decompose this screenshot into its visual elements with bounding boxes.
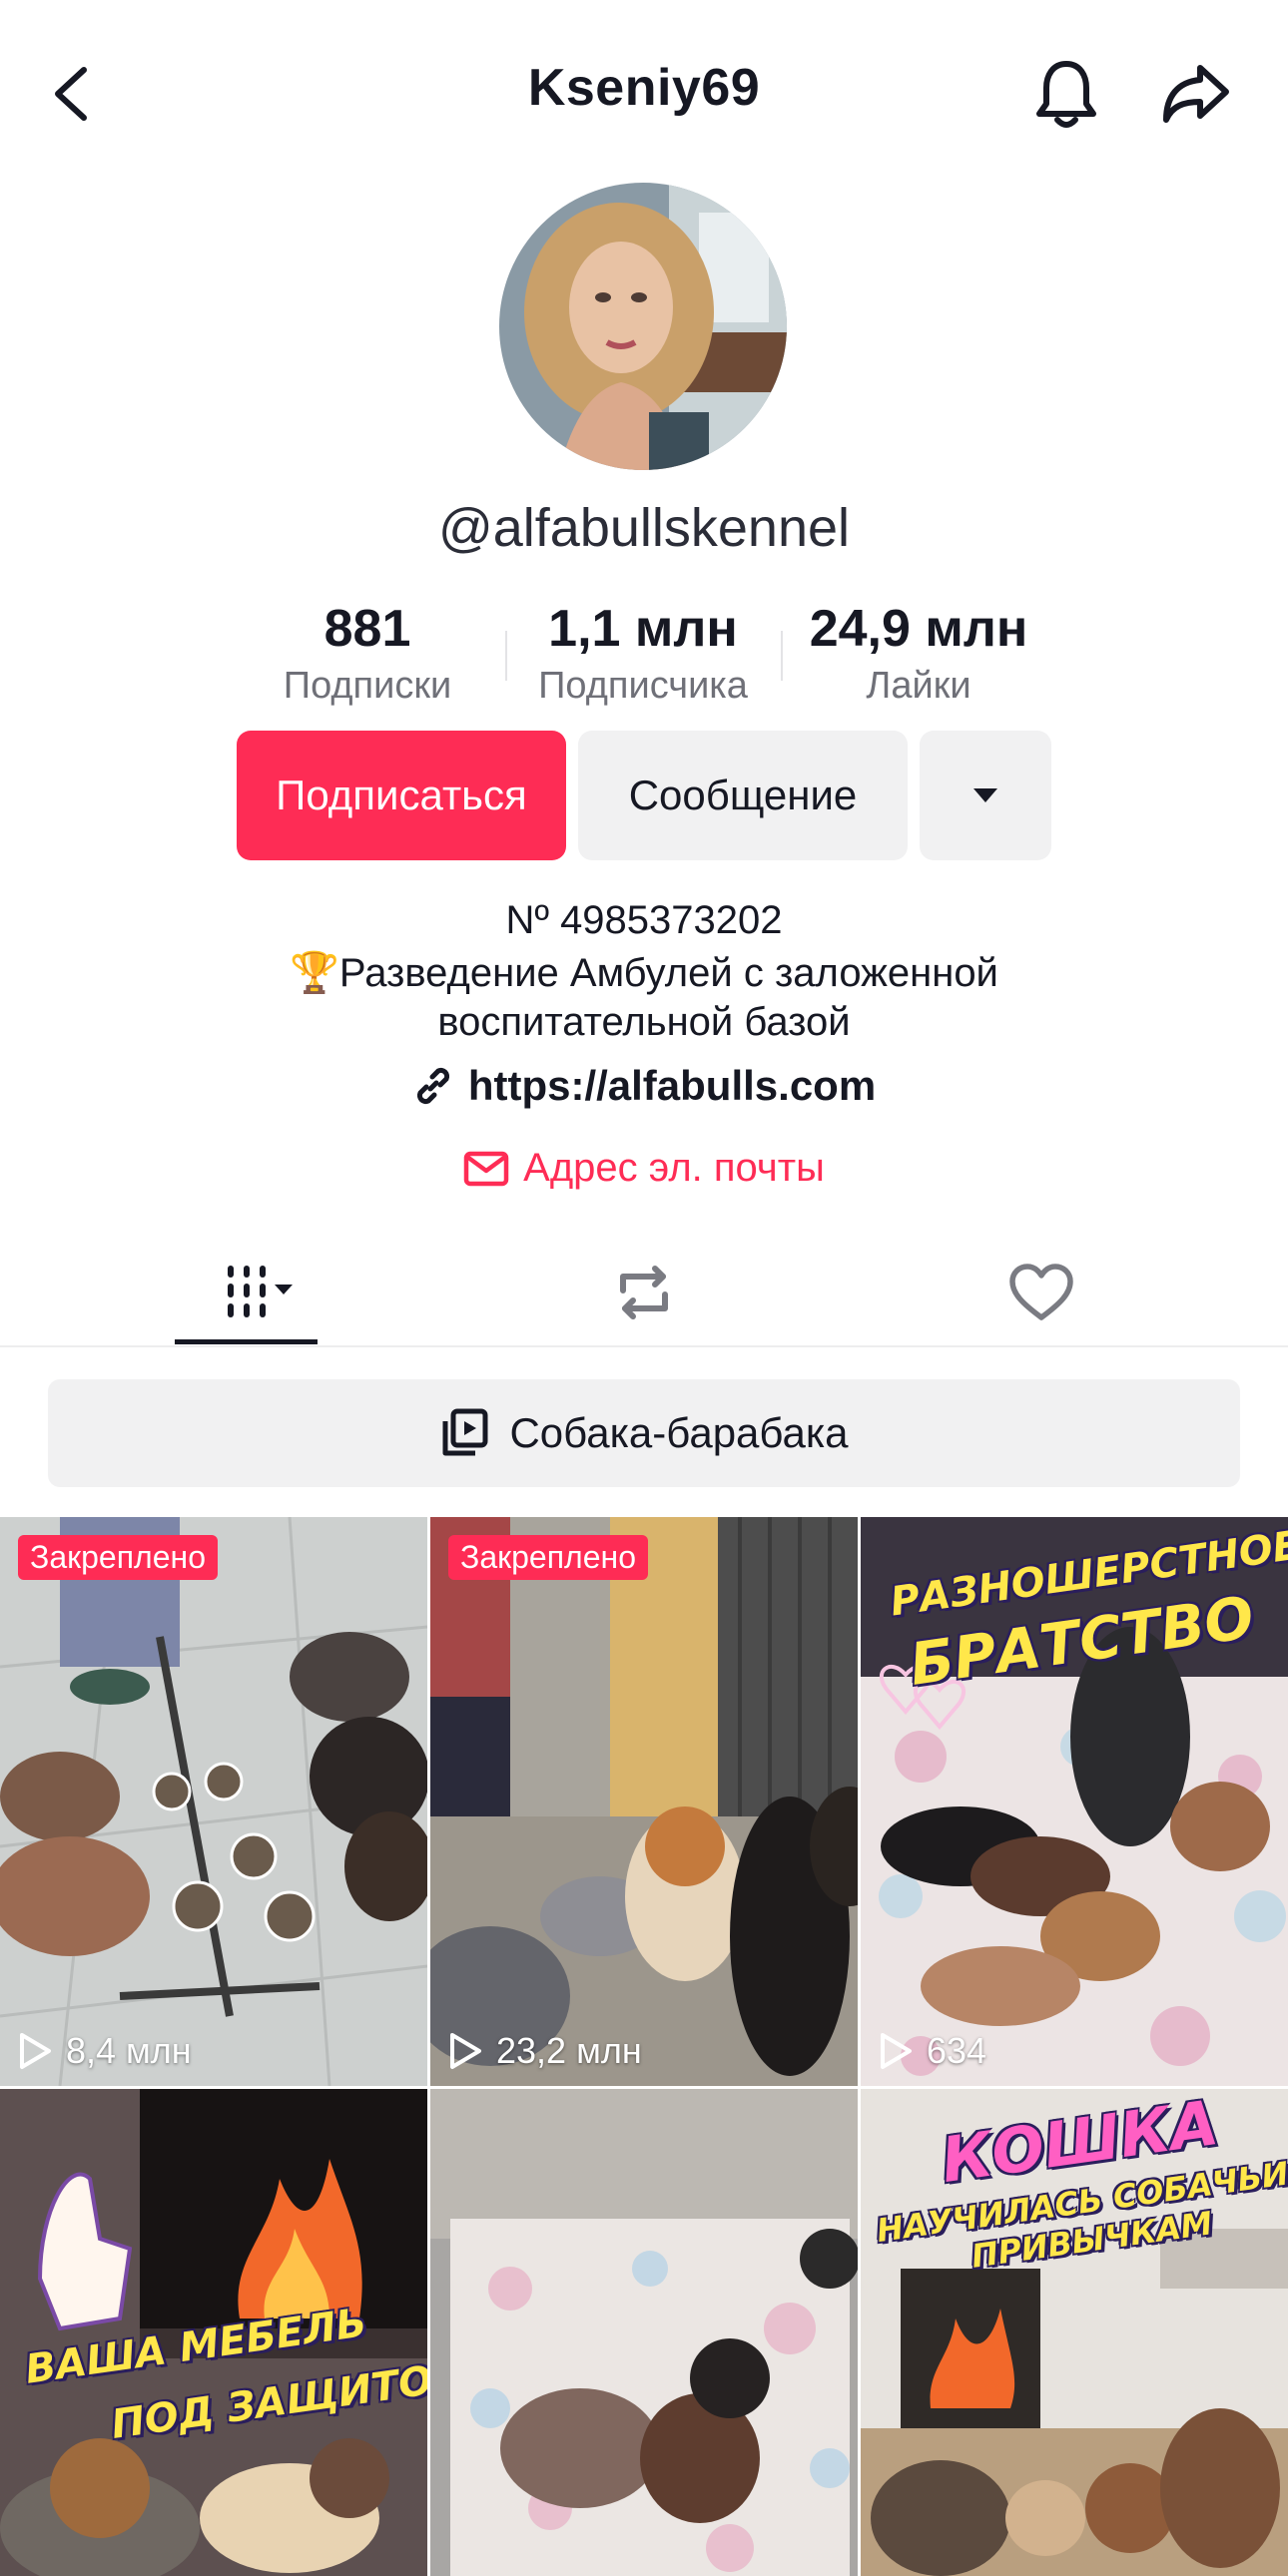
bio-line: Nº 4985373202 bbox=[505, 898, 783, 942]
stat-label: Подписки bbox=[283, 665, 452, 707]
stat-value: 881 bbox=[323, 600, 411, 658]
video-tile[interactable]: Закреплено 23,2 млн bbox=[430, 1517, 858, 2086]
playlist-label: Собака-барабака bbox=[509, 1409, 849, 1456]
view-count: 8,4 млн bbox=[18, 2030, 192, 2072]
repost-icon bbox=[620, 1266, 668, 1319]
play-icon bbox=[881, 2033, 912, 2069]
pinned-badge: Закреплено bbox=[448, 1535, 648, 1580]
active-tab-indicator bbox=[175, 1339, 318, 1344]
link-icon bbox=[416, 1067, 449, 1105]
stat-divider bbox=[505, 631, 507, 681]
play-icon bbox=[20, 2033, 51, 2069]
stat-label: Подписчика bbox=[538, 665, 748, 707]
notifications-button[interactable] bbox=[1016, 44, 1116, 144]
profile-handle: @alfabullskennel bbox=[437, 498, 851, 558]
profile-link[interactable]: https://alfabulls.com bbox=[0, 1062, 1288, 1110]
dropdown-caret-icon bbox=[973, 788, 997, 802]
playlist-button[interactable]: Собака-барабака bbox=[48, 1379, 1240, 1487]
stat-value: 24,9 млн bbox=[809, 600, 1028, 658]
mail-icon bbox=[463, 1151, 509, 1186]
video-tile[interactable]: Закреплено 8,4 млн bbox=[0, 1517, 427, 2086]
video-tile[interactable]: РАЗНОШЕРСТНОЕ БРАТСТВО 634 bbox=[861, 1517, 1288, 2086]
video-tile[interactable]: КОШКА НАУЧИЛАСЬ СОБАЧЬИМ ПРИВЫЧКАМ bbox=[861, 2089, 1288, 2576]
email-label: Адрес эл. почты bbox=[523, 1146, 825, 1190]
message-button[interactable]: Сообщение bbox=[578, 731, 908, 860]
share-button[interactable] bbox=[1146, 44, 1246, 144]
stat-likes[interactable]: 24,9 млн Лайки bbox=[797, 595, 1040, 709]
profile-link-text: https://alfabulls.com bbox=[467, 1062, 877, 1109]
playlist-icon bbox=[442, 1408, 488, 1456]
avatar[interactable] bbox=[499, 183, 787, 470]
videos-grid-icon bbox=[227, 1266, 293, 1317]
pinned-badge: Закреплено bbox=[18, 1535, 218, 1580]
stat-followers[interactable]: 1,1 млн Подписчика bbox=[521, 595, 765, 709]
video-tile[interactable] bbox=[430, 2089, 858, 2576]
view-count-text: 634 bbox=[927, 2030, 987, 2071]
tabs-divider bbox=[0, 1345, 1288, 1347]
bio-line: 🏆Разведение Амбулей с заложенной bbox=[290, 951, 998, 995]
stat-following[interactable]: 881 Подписки bbox=[268, 595, 467, 709]
tab-videos[interactable] bbox=[175, 1238, 318, 1347]
more-options-button[interactable] bbox=[920, 731, 1051, 860]
tab-reposts[interactable] bbox=[569, 1238, 719, 1347]
play-icon bbox=[450, 2033, 481, 2069]
view-count: 634 bbox=[879, 2030, 986, 2072]
share-icon bbox=[1163, 65, 1229, 123]
view-count: 23,2 млн bbox=[448, 2030, 642, 2072]
email-button[interactable]: Адрес эл. почты bbox=[0, 1146, 1288, 1191]
stat-value: 1,1 млн bbox=[548, 600, 738, 658]
view-count-text: 23,2 млн bbox=[496, 2030, 642, 2071]
video-tile[interactable]: ВАША МЕБЕЛЬ ПОД ЗАЩИТОЙ! bbox=[0, 2089, 427, 2576]
bell-icon bbox=[1036, 61, 1096, 128]
follow-button[interactable]: Подписаться bbox=[237, 731, 566, 860]
tab-liked[interactable] bbox=[966, 1238, 1116, 1347]
heart-icon bbox=[1009, 1264, 1073, 1320]
view-count-text: 8,4 млн bbox=[66, 2030, 192, 2071]
stat-label: Лайки bbox=[866, 665, 971, 707]
stat-divider bbox=[781, 631, 783, 681]
bio-line: воспитательной базой bbox=[437, 1000, 851, 1044]
